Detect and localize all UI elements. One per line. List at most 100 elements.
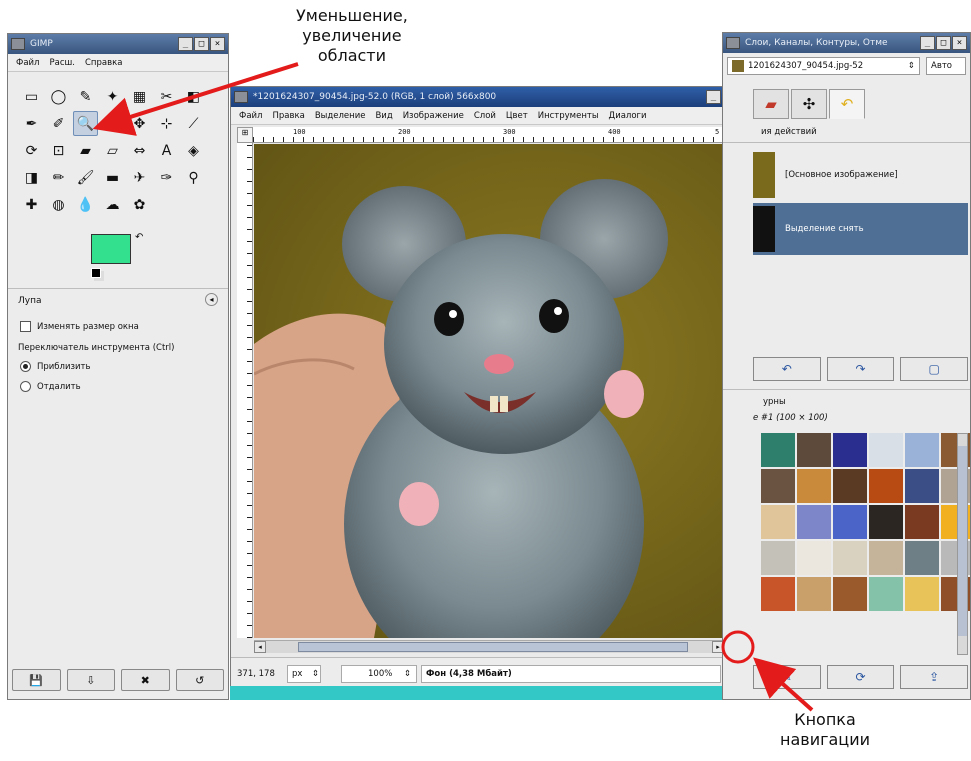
restore-options-button[interactable]: ⇩ [66, 669, 115, 691]
tab-layers[interactable]: ▰ [753, 89, 789, 119]
ellipse-select-icon[interactable]: ◯ [46, 84, 71, 109]
clear-history-button[interactable]: ▢ [900, 357, 969, 381]
minimize-button[interactable]: _ [178, 37, 193, 51]
pattern-swatch[interactable] [869, 541, 903, 575]
measure-icon[interactable]: ⚗ [100, 111, 125, 136]
foreground-select-icon[interactable]: ◧ [181, 84, 206, 109]
history-item-base[interactable]: [Основное изображение] [753, 149, 968, 201]
unit-select[interactable]: px ⇕ [287, 665, 321, 683]
pattern-swatch[interactable] [833, 469, 867, 503]
edit-pattern-button[interactable]: ✎ [753, 665, 821, 689]
patterns-scroll-thumb[interactable] [958, 446, 967, 636]
pattern-swatch[interactable] [869, 433, 903, 467]
menu-tools[interactable]: Инструменты [538, 111, 599, 121]
pattern-swatch[interactable] [761, 469, 795, 503]
pattern-swatch[interactable] [761, 541, 795, 575]
pattern-swatch[interactable] [905, 433, 939, 467]
pattern-swatch[interactable] [797, 577, 831, 611]
shear-icon[interactable]: ▰ [73, 138, 98, 163]
clone-icon[interactable]: ⚲ [181, 165, 206, 190]
image-combo[interactable]: 1201624307_90454.jpg-52 ⇕ [727, 57, 920, 75]
rect-select-icon[interactable]: ▭ [19, 84, 44, 109]
crop-icon[interactable]: ⟋ [181, 111, 206, 136]
pattern-swatch[interactable] [905, 505, 939, 539]
pattern-swatch[interactable] [761, 577, 795, 611]
pattern-swatch[interactable] [833, 433, 867, 467]
perspective-clone-icon[interactable]: ◍ [46, 192, 71, 217]
paths-icon[interactable]: ✒ [19, 111, 44, 136]
menu-file[interactable]: Файл [239, 111, 262, 121]
eraser-icon[interactable]: ▬ [100, 165, 125, 190]
pattern-swatch[interactable] [833, 577, 867, 611]
smudge-icon[interactable]: ☁ [100, 192, 125, 217]
menu-extensions[interactable]: Расш. [49, 58, 75, 68]
pattern-swatch[interactable] [869, 505, 903, 539]
minimize-button[interactable]: _ [706, 90, 721, 104]
bucket-fill-icon[interactable]: ◈ [181, 138, 206, 163]
scissors-icon[interactable]: ✂ [154, 84, 179, 109]
rotate-icon[interactable]: ⟳ [19, 138, 44, 163]
auto-button[interactable]: Авто [926, 57, 966, 75]
menu-view[interactable]: Вид [375, 111, 392, 121]
color-picker-icon[interactable]: ✐ [46, 111, 71, 136]
options-menu-icon[interactable]: ◂ [205, 293, 218, 306]
pattern-swatch[interactable] [869, 469, 903, 503]
zoom-select[interactable]: 100% ⇕ [341, 665, 417, 683]
swap-colors-icon[interactable]: ↶ [135, 232, 143, 243]
lasso-icon[interactable]: ✎ [73, 84, 98, 109]
menu-help[interactable]: Справка [85, 58, 122, 68]
menu-image[interactable]: Изображение [403, 111, 464, 121]
blend-icon[interactable]: ◨ [19, 165, 44, 190]
toolbox-titlebar[interactable]: GIMP _ □ × [8, 34, 228, 54]
flip-icon[interactable]: ⇔ [127, 138, 152, 163]
perspective-icon[interactable]: ▱ [100, 138, 125, 163]
horizontal-scroll-thumb[interactable] [298, 642, 688, 652]
refresh-patterns-button[interactable]: ⟳ [826, 665, 895, 689]
dock-titlebar[interactable]: Слои, Каналы, Контуры, Отме _ □ × [723, 33, 970, 53]
zoom-icon[interactable]: 🔍 [73, 111, 98, 136]
dodge-burn-icon[interactable]: ✿ [127, 192, 152, 217]
default-colors-icon[interactable] [91, 268, 101, 278]
delete-options-button[interactable]: ✖ [121, 669, 170, 691]
maximize-button[interactable]: □ [936, 36, 951, 50]
fuzzy-select-icon[interactable]: ✦ [100, 84, 125, 109]
pattern-swatch[interactable] [797, 469, 831, 503]
image-canvas[interactable] [254, 144, 732, 638]
pattern-swatch[interactable] [761, 433, 795, 467]
pattern-swatch[interactable] [797, 433, 831, 467]
image-titlebar[interactable]: *1201624307_90454.jpg-52.0 (RGB, 1 слой)… [231, 87, 756, 107]
close-button[interactable]: × [952, 36, 967, 50]
pencil-icon[interactable]: ✏ [46, 165, 71, 190]
blur-icon[interactable]: 💧 [73, 192, 98, 217]
quick-mask-corner-icon[interactable]: ⊞ [237, 127, 253, 143]
pattern-swatch[interactable] [797, 541, 831, 575]
pattern-swatch[interactable] [797, 505, 831, 539]
tab-channels[interactable]: ✣ [791, 89, 827, 119]
pattern-swatch[interactable] [869, 577, 903, 611]
menu-file[interactable]: Файл [16, 58, 39, 68]
foreground-color-swatch[interactable] [91, 234, 131, 264]
zoom-out-option[interactable]: Отдалить [20, 381, 81, 392]
maximize-button[interactable]: □ [194, 37, 209, 51]
ink-icon[interactable]: ✑ [154, 165, 179, 190]
zoom-in-option[interactable]: Приблизить [20, 361, 91, 372]
pattern-swatch[interactable] [761, 505, 795, 539]
color-select-icon[interactable]: ▦ [127, 84, 152, 109]
pattern-swatch[interactable] [905, 469, 939, 503]
pattern-swatch[interactable] [905, 577, 939, 611]
pattern-swatch[interactable] [833, 505, 867, 539]
menu-dialogs[interactable]: Диалоги [609, 111, 647, 121]
align-icon[interactable]: ⊹ [154, 111, 179, 136]
menu-edit[interactable]: Правка [272, 111, 304, 121]
patterns-scrollbar[interactable] [957, 433, 968, 655]
pattern-swatch[interactable] [833, 541, 867, 575]
menu-layer[interactable]: Слой [474, 111, 496, 121]
resize-window-checkbox[interactable] [20, 321, 31, 332]
zoom-out-radio[interactable] [20, 381, 31, 392]
undo-button[interactable]: ↶ [753, 357, 821, 381]
close-button[interactable]: × [210, 37, 225, 51]
history-item-select-none[interactable]: Выделение снять [753, 203, 968, 255]
paintbrush-icon[interactable]: 🖌 [73, 165, 98, 190]
airbrush-icon[interactable]: ✈ [127, 165, 152, 190]
redo-button[interactable]: ↷ [826, 357, 895, 381]
